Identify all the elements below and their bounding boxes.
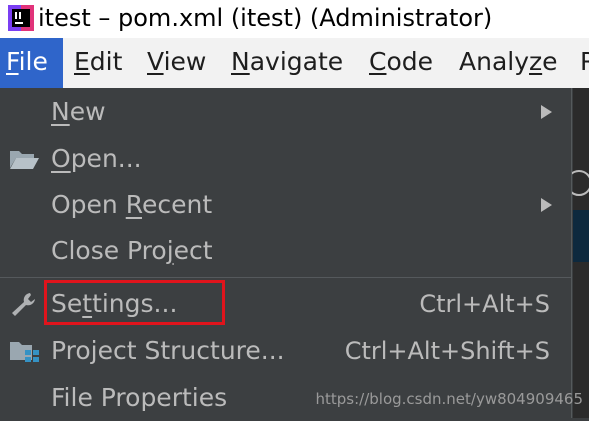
menu-item-new[interactable]: New [0, 89, 572, 135]
menu-item-open-recent-label: Open Recent [51, 190, 213, 219]
intellij-app-icon [8, 5, 34, 31]
menu-edit[interactable]: Edit [74, 38, 122, 88]
project-structure-shortcut: Ctrl+Alt+Shift+S [344, 337, 550, 365]
file-menu-dropdown: New Open... Open Recent Close Project Se… [0, 88, 572, 418]
menu-separator [0, 277, 572, 278]
editor-selection-strip [573, 210, 589, 262]
menu-view[interactable]: View [147, 38, 206, 88]
menu-navigate[interactable]: Navigate [231, 38, 343, 88]
menu-item-open-label: Open... [51, 144, 142, 173]
folder-icon [10, 151, 39, 169]
menu-code[interactable]: Code [369, 38, 433, 88]
wrench-icon [12, 293, 35, 316]
menu-refactor-partial[interactable]: R [580, 38, 589, 88]
menu-file[interactable]: File [0, 38, 63, 88]
menu-item-project-structure-label: Project Structure... [51, 336, 285, 365]
submenu-arrow-icon [541, 198, 552, 212]
menu-item-new-label: New [51, 97, 106, 126]
title-bar: itest – pom.xml (itest) (Administrator) [0, 0, 589, 38]
menu-item-open[interactable]: Open... [0, 136, 572, 182]
menu-item-settings[interactable]: Settings... Ctrl+Alt+S [0, 281, 572, 327]
menu-item-close-project-label: Close Project [51, 236, 213, 265]
settings-shortcut: Ctrl+Alt+S [419, 290, 550, 318]
window-title: itest – pom.xml (itest) (Administrator) [38, 4, 493, 32]
menu-bar: File Edit View Navigate Code Analyze R [0, 38, 589, 88]
menu-item-open-recent[interactable]: Open Recent [0, 182, 572, 228]
menu-item-file-properties-label: File Properties [51, 383, 228, 412]
watermark: https://blog.csdn.net/yw804909465 [315, 390, 584, 408]
menu-item-settings-label: Settings... [51, 289, 178, 318]
menu-item-close-project[interactable]: Close Project [0, 228, 572, 274]
submenu-arrow-icon [541, 105, 552, 119]
menu-analyze[interactable]: Analyze [459, 38, 558, 88]
menu-item-project-structure[interactable]: Project Structure... Ctrl+Alt+Shift+S [0, 328, 572, 374]
project-structure-icon [10, 342, 39, 362]
